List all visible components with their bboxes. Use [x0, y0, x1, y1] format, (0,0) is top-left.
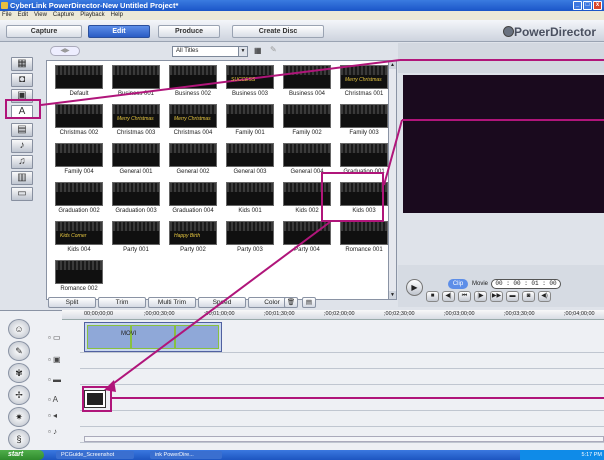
arrow-head-icon: [104, 380, 116, 392]
arrow-line: [383, 119, 403, 186]
system-tray: 5:17 PM: [520, 450, 604, 460]
thumbnail-text: Happy Birth: [174, 233, 201, 239]
task-powerdirector[interactable]: ink PowerDire...: [150, 451, 222, 459]
thumbnail-text: SUCCESS: [231, 77, 256, 83]
arrow-line: [109, 221, 331, 387]
clock: 5:17 PM: [581, 452, 602, 458]
thumbnail-text: Merry Christmas: [345, 77, 382, 83]
thumbnail-text: Merry Christmas: [174, 116, 211, 122]
thumbnail-text: Kids Corner: [60, 233, 87, 239]
thumbnail-text: Merry Christmas: [117, 116, 154, 122]
task-pcguide[interactable]: PCGuide_Screenshot: [56, 451, 134, 459]
start-button[interactable]: start: [0, 450, 44, 460]
annotation-arrows: [40, 59, 604, 399]
